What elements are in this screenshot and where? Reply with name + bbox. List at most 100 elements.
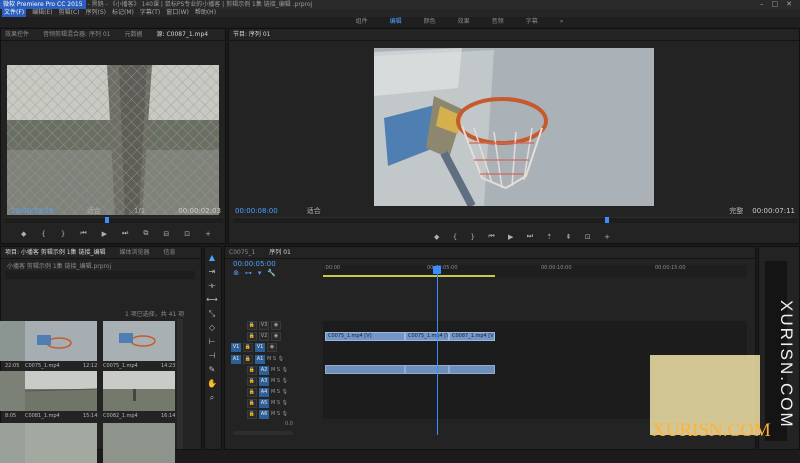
tab-media-browser[interactable]: 媒体浏览器 — [119, 247, 149, 258]
lock-icon[interactable]: 🔒 — [247, 410, 257, 419]
linked-selection-icon[interactable]: ⊶ — [245, 269, 252, 277]
workspace-editing[interactable]: 编辑 — [390, 17, 402, 27]
add-button-icon[interactable]: + — [205, 230, 211, 238]
source-patch-a1[interactable]: A1 — [231, 355, 241, 364]
program-fit-select[interactable]: 适合 — [307, 206, 321, 216]
eye-icon[interactable]: ◉ — [271, 332, 281, 341]
ripple-edit-icon[interactable]: ⟛ — [205, 279, 219, 293]
mute-solo-icon[interactable]: M S 🎙 — [267, 356, 284, 362]
menu-clip[interactable]: 剪辑(C) — [59, 9, 80, 17]
pen-icon[interactable]: ✎ — [205, 363, 219, 377]
source-ruler[interactable] — [5, 217, 223, 223]
export-frame-icon[interactable]: ⊡ — [184, 230, 190, 238]
timeline-timecode[interactable]: 00:00:05:00 — [233, 260, 276, 268]
step-forward-icon[interactable]: ⏭ — [527, 232, 533, 241]
workspace-assembly[interactable]: 组件 — [356, 17, 368, 27]
tab-metadata[interactable]: 元数据 — [125, 29, 143, 40]
lock-icon[interactable]: 🔒 — [247, 399, 257, 408]
add-button-icon[interactable]: + — [604, 233, 610, 241]
slip-icon[interactable]: ⊢ — [205, 335, 219, 349]
zoom-icon[interactable]: ⌕ — [205, 391, 219, 405]
mute-solo-icon[interactable]: M S 🎙 — [271, 411, 288, 417]
tab-info[interactable]: 信息 — [163, 247, 175, 258]
insert-icon[interactable]: ⧉ — [143, 229, 148, 238]
mark-out-icon[interactable]: { — [453, 233, 457, 241]
audio-clip[interactable] — [405, 365, 449, 374]
source-resolution-select[interactable]: 1/1 — [134, 207, 145, 215]
hand-icon[interactable]: ✋ — [205, 377, 219, 391]
mark-out-icon[interactable]: { — [41, 230, 45, 238]
video-clip[interactable]: C0075_1.mp4 [V] — [325, 332, 405, 341]
mute-solo-icon[interactable]: M S 🎙 — [271, 367, 288, 373]
lock-icon[interactable]: 🔒 — [247, 388, 257, 397]
tab-audio-clip-mixer[interactable]: 音频剪辑混合器: 序列 01 — [43, 29, 110, 40]
source-patch-v1[interactable]: V1 — [231, 343, 241, 352]
track-select-icon[interactable]: ⇥ — [205, 265, 219, 279]
workspace-audio[interactable]: 音频 — [492, 17, 504, 27]
video-clip[interactable]: C0075_1.mp4 [V] — [405, 332, 449, 341]
lock-icon[interactable]: 🔒 — [243, 355, 253, 364]
tab-sequence-c0075[interactable]: C0075_1 — [229, 247, 255, 258]
lock-icon[interactable]: 🔒 — [247, 321, 257, 330]
lock-icon[interactable]: 🔒 — [247, 332, 257, 341]
list-item[interactable] — [103, 371, 175, 411]
rate-stretch-icon[interactable]: ⤡ — [205, 307, 219, 321]
program-ruler[interactable] — [233, 217, 797, 223]
menu-window[interactable]: 窗口(W) — [166, 9, 189, 17]
track-label[interactable]: A1 — [255, 355, 265, 364]
track-label[interactable]: V3 — [259, 321, 269, 330]
list-item[interactable] — [103, 423, 175, 463]
menu-sequence[interactable]: 序列(S) — [86, 9, 107, 17]
lock-icon[interactable]: 🔒 — [247, 366, 257, 375]
goto-in-icon[interactable]: } — [471, 233, 475, 241]
settings-icon[interactable]: 🔧 — [267, 269, 276, 277]
mark-in-icon[interactable]: ◆ — [434, 233, 439, 241]
workspace-effects[interactable]: 效果 — [458, 17, 470, 27]
track-label[interactable]: A5 — [259, 399, 269, 408]
tab-program[interactable]: 节目: 序列 01 — [233, 29, 270, 40]
menu-file[interactable]: 文件(F) — [2, 9, 27, 17]
menu-title[interactable]: 字幕(T) — [140, 9, 160, 17]
tab-sequence-01[interactable]: 序列 01 — [269, 247, 291, 258]
timeline-playhead[interactable] — [433, 266, 441, 274]
menu-help[interactable]: 帮助(H) — [195, 9, 216, 17]
extract-icon[interactable]: ⇞ — [566, 233, 572, 241]
program-timecode[interactable]: 00:00:08:00 — [235, 207, 278, 215]
track-label[interactable]: V2 — [259, 332, 269, 341]
workspace-titles[interactable]: 字幕 — [526, 17, 538, 27]
track-label[interactable]: A6 — [259, 410, 269, 419]
rolling-edit-icon[interactable]: ⟷ — [205, 293, 219, 307]
timeline-zoom-scrollbar[interactable] — [233, 431, 293, 435]
list-item[interactable] — [25, 321, 97, 361]
snap-icon[interactable]: ⋒ — [233, 269, 239, 277]
menu-marker[interactable]: 标记(M) — [112, 9, 134, 17]
list-item[interactable] — [25, 371, 97, 411]
menu-edit[interactable]: 编辑(E) — [32, 9, 52, 17]
work-area-bar[interactable] — [323, 275, 495, 277]
project-search-input[interactable] — [5, 271, 195, 279]
mark-in-icon[interactable]: ◆ — [21, 230, 26, 238]
eye-icon[interactable]: ◉ — [267, 343, 277, 352]
timeline-playhead-line[interactable] — [437, 265, 438, 435]
track-label[interactable]: V1 — [255, 343, 265, 352]
export-frame-icon[interactable]: ⊡ — [585, 233, 591, 241]
source-fit-select[interactable]: 适合 — [87, 206, 101, 216]
selection-tool-icon[interactable]: ▲ — [205, 251, 219, 265]
list-item[interactable] — [25, 423, 97, 463]
lift-icon[interactable]: ⇡ — [546, 233, 552, 241]
razor-icon[interactable]: ◇ — [205, 321, 219, 335]
step-back-icon[interactable]: ⏮ — [488, 232, 494, 241]
tab-source[interactable]: 源: C0087_1.mp4 — [157, 29, 209, 40]
audio-clip[interactable] — [325, 365, 405, 374]
maximize-button[interactable]: □ — [772, 0, 779, 9]
workspace-color[interactable]: 颜色 — [424, 17, 436, 27]
step-forward-icon[interactable]: ⏭ — [122, 229, 128, 238]
step-back-icon[interactable]: ⏮ — [80, 229, 86, 238]
track-label[interactable]: A2 — [259, 366, 269, 375]
source-timecode[interactable]: 10:40:53:16 — [11, 207, 54, 215]
add-marker-icon[interactable]: ▾ — [258, 269, 262, 277]
tab-project[interactable]: 项目: 小播客 剪辑示例 1集 链接_编辑 — [5, 247, 105, 258]
program-playhead[interactable] — [605, 217, 609, 223]
list-item[interactable] — [103, 321, 175, 361]
eye-icon[interactable]: ◉ — [271, 321, 281, 330]
